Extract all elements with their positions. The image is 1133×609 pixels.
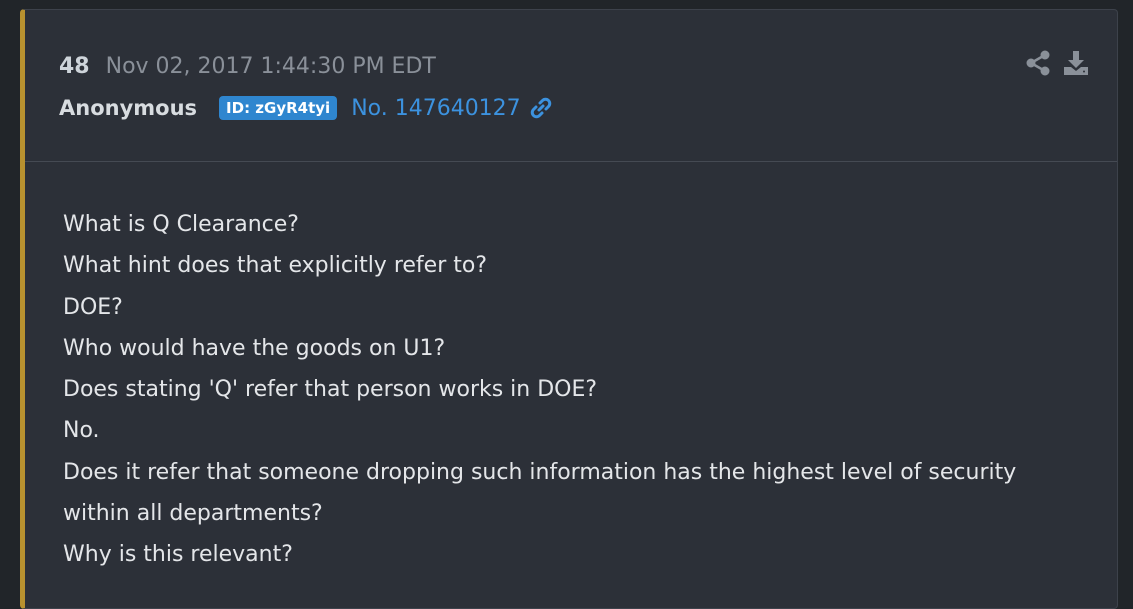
share-icon[interactable] <box>1013 50 1051 80</box>
author-row: Anonymous ID: zGyR4tyi No. 147640127 <box>59 92 553 124</box>
post-header: 48 Nov 02, 2017 1:44:30 PM EDT Anonymous… <box>25 10 1117 162</box>
poster-id-badge[interactable]: ID: zGyR4tyi <box>219 96 338 120</box>
link-icon[interactable] <box>529 96 553 120</box>
post-card: 48 Nov 02, 2017 1:44:30 PM EDT Anonymous… <box>20 9 1118 609</box>
post-number: 48 <box>59 53 90 79</box>
post-text: What is Q Clearance? What hint does that… <box>63 212 1017 568</box>
post-body: What is Q Clearance? What hint does that… <box>25 162 1063 576</box>
post-timestamp: Nov 02, 2017 1:44:30 PM EDT <box>105 53 436 79</box>
author-name: Anonymous <box>59 96 198 120</box>
post-actions <box>1013 50 1089 80</box>
post-meta: 48 Nov 02, 2017 1:44:30 PM EDT <box>59 50 436 82</box>
download-icon[interactable] <box>1051 50 1089 80</box>
post-number-link[interactable]: No. 147640127 <box>351 96 521 121</box>
